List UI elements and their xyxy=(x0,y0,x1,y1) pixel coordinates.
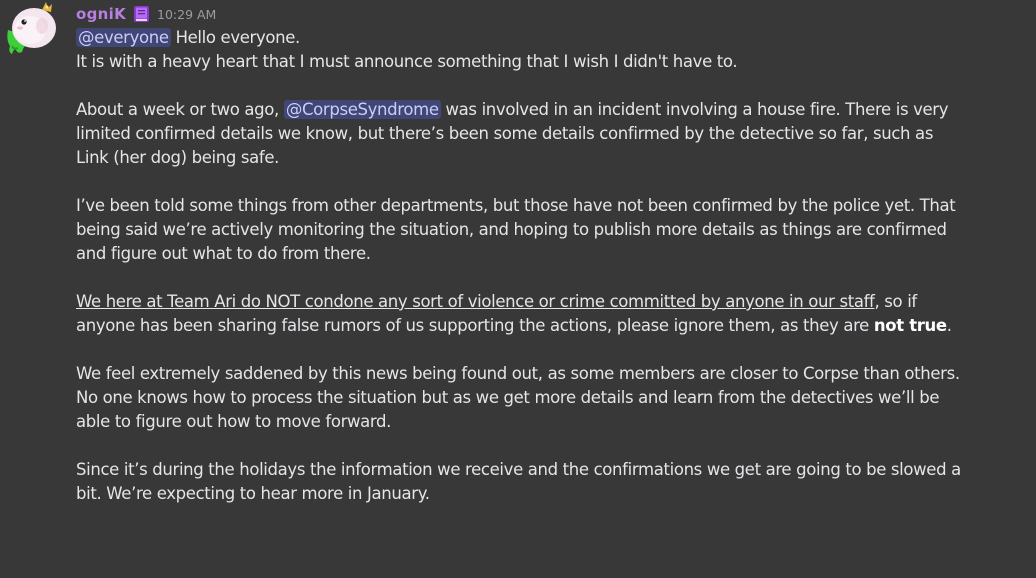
user-mention-corpsesyndrome[interactable]: @CorpseSyndrome xyxy=(283,100,441,119)
user-avatar[interactable] xyxy=(2,0,58,56)
paragraph-5: We feel extremely saddened by this news … xyxy=(76,362,1026,434)
paragraph-1: @everyone Hello everyone. It is with a h… xyxy=(76,26,1026,74)
text-line: able to figure out how to move forward. xyxy=(76,412,392,431)
text-line: It is with a heavy heart that I must ann… xyxy=(76,52,738,71)
text-span: was involved in an incident involving a … xyxy=(440,100,949,119)
underlined-statement: We here at Team Ari do NOT condone any s… xyxy=(76,292,875,311)
text-span: anyone has been sharing false rumors of … xyxy=(76,316,874,335)
text-line: bit. We’re expecting to hear more in Jan… xyxy=(76,484,430,503)
paragraph-4: We here at Team Ari do NOT condone any s… xyxy=(76,290,1026,338)
chat-message: ogniK 10:29 AM @everyone Hello everyone.… xyxy=(0,0,1036,578)
text-line: anyone has been sharing false rumors of … xyxy=(76,314,1026,338)
message-content: ogniK 10:29 AM @everyone Hello everyone.… xyxy=(76,2,1026,530)
text-line: being said we’re actively monitoring the… xyxy=(76,220,947,239)
bold-text: not true xyxy=(873,316,947,335)
text-line: Link (her dog) being safe. xyxy=(76,148,280,167)
text-line: @everyone Hello everyone. xyxy=(76,26,1026,50)
paragraph-2: About a week or two ago, @CorpseSyndrome… xyxy=(76,98,1026,170)
text-line: limited confirmed details we know, but t… xyxy=(76,124,934,143)
username[interactable]: ogniK xyxy=(76,5,126,23)
egg-avatar-icon xyxy=(7,2,56,54)
paragraph-6: Since it’s during the holidays the infor… xyxy=(76,458,1026,506)
text-span: About a week or two ago, xyxy=(76,100,284,119)
message-timestamp[interactable]: 10:29 AM xyxy=(157,7,216,22)
text-span: . xyxy=(946,316,952,335)
text-line: We here at Team Ari do NOT condone any s… xyxy=(76,290,1026,314)
everyone-mention[interactable]: @everyone xyxy=(76,28,171,47)
paragraph-3: I’ve been told some things from other de… xyxy=(76,194,1026,266)
text-line: I’ve been told some things from other de… xyxy=(76,196,956,215)
text-line: We feel extremely saddened by this news … xyxy=(76,364,960,383)
text-span: Hello everyone. xyxy=(170,28,301,47)
text-line: About a week or two ago, @CorpseSyndrome… xyxy=(76,98,1026,122)
purple-book-icon[interactable] xyxy=(133,5,150,23)
message-body: @everyone Hello everyone. It is with a h… xyxy=(76,26,1026,506)
text-line: and figure out what to do from there. xyxy=(76,244,371,263)
text-line: Since it’s during the holidays the infor… xyxy=(76,460,961,479)
message-header: ogniK 10:29 AM xyxy=(76,2,1026,26)
text-span: , so if xyxy=(874,292,918,311)
text-line: No one knows how to process the situatio… xyxy=(76,388,940,407)
